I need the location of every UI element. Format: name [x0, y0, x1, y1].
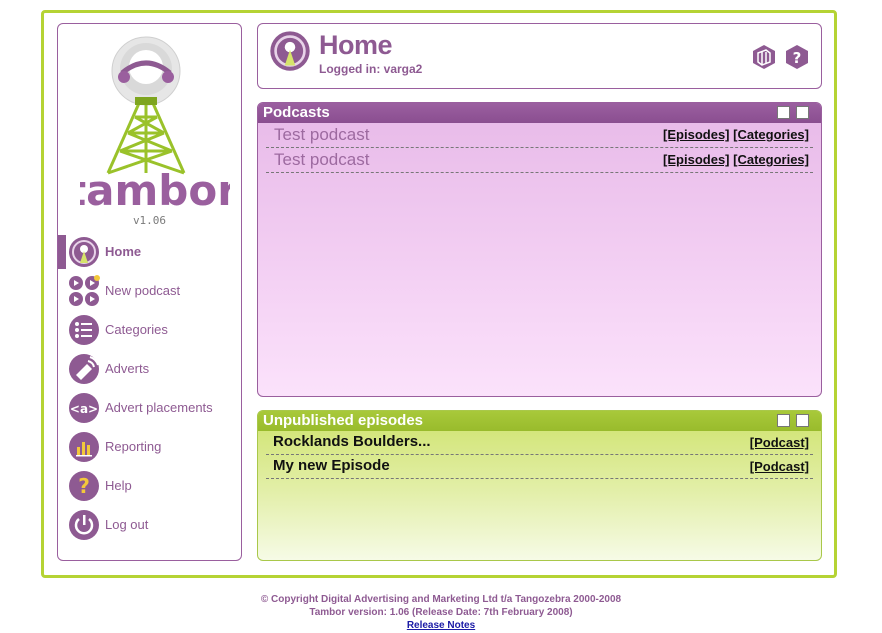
sidebar-item-advert-placements[interactable]: <a> Advert placements	[58, 389, 241, 428]
episodes-link[interactable]: [Episodes]	[663, 127, 729, 142]
episodes-link[interactable]: [Episodes]	[663, 152, 729, 167]
megaphone-icon	[69, 354, 99, 384]
sidebar-item-reporting[interactable]: Reporting	[58, 428, 241, 467]
row-links: [Podcast]	[750, 435, 809, 450]
sidebar-item-log-out[interactable]: Log out	[58, 506, 241, 545]
table-row: Test podcast [Episodes] [Categories]	[266, 123, 813, 148]
sidebar-item-label: Advert placements	[105, 400, 213, 415]
table-row: Test podcast [Episodes] [Categories]	[266, 148, 813, 173]
categories-link[interactable]: [Categories]	[733, 152, 809, 167]
grid-view-icon[interactable]	[777, 414, 790, 427]
release-notes-link[interactable]: Release Notes	[407, 620, 475, 631]
app-version: v1.06	[132, 214, 167, 227]
list-icon	[69, 315, 99, 345]
categories-link[interactable]: [Categories]	[733, 127, 809, 142]
podcast-name[interactable]: Test podcast	[274, 150, 369, 170]
table-row: Rocklands Boulders... [Podcast]	[266, 431, 813, 455]
logo-wordmark: tambor	[80, 166, 230, 213]
list-view-icon[interactable]	[796, 106, 809, 119]
bar-chart-icon	[69, 432, 99, 462]
help-icon[interactable]: ?	[785, 44, 809, 70]
row-links: [Episodes] [Categories]	[663, 152, 809, 167]
table-row: My new Episode [Podcast]	[266, 455, 813, 479]
sidebar-item-help[interactable]: ? Help	[58, 467, 241, 506]
sidebar-item-label: Home	[105, 244, 142, 259]
new-podcast-icon	[69, 275, 100, 306]
podcast-name[interactable]: Test podcast	[274, 125, 369, 145]
page-header: Home Logged in: varga2 ?	[257, 23, 822, 89]
sidebar-item-label: Categories	[105, 322, 168, 337]
unpublished-panel-header: Unpublished episodes	[258, 411, 821, 431]
power-icon	[69, 510, 99, 540]
episode-name[interactable]: Rocklands Boulders...	[273, 433, 431, 450]
sidebar-item-home[interactable]: Home	[58, 233, 241, 272]
sidebar-item-label: Adverts	[105, 361, 150, 376]
footer: © Copyright Digital Advertising and Mark…	[0, 593, 882, 632]
tambor-logo: tambor	[80, 36, 230, 213]
broadcast-icon	[69, 237, 99, 267]
help-icon: ?	[69, 471, 99, 501]
sidebar-nav: Home New podcast Categories Adverts <a> …	[58, 233, 241, 545]
unpublished-episodes-panel: Unpublished episodes Rocklands Boulders.…	[257, 410, 822, 561]
svg-text:<a>: <a>	[70, 402, 98, 416]
logged-in-status: Logged in: varga2	[319, 62, 423, 76]
grid-view-icon[interactable]	[777, 106, 790, 119]
page-title: Home	[319, 30, 393, 60]
sidebar-item-label: Help	[105, 478, 132, 493]
row-links: [Episodes] [Categories]	[663, 127, 809, 142]
podcast-link[interactable]: [Podcast]	[750, 435, 809, 450]
sidebar-item-label: Log out	[105, 517, 149, 532]
sidebar-item-categories[interactable]: Categories	[58, 311, 241, 350]
sidebar-item-new-podcast[interactable]: New podcast	[58, 272, 241, 311]
sidebar-item-label: New podcast	[105, 283, 181, 298]
podcasts-panel-header: Podcasts	[258, 103, 821, 123]
version-text: Tambor version: 1.06 (Release Date: 7th …	[309, 607, 573, 618]
panel-title: Podcasts	[263, 104, 330, 121]
svg-text:?: ?	[793, 49, 802, 67]
copyright-text: © Copyright Digital Advertising and Mark…	[260, 594, 622, 605]
podcast-link[interactable]: [Podcast]	[750, 459, 809, 474]
sidebar-item-adverts[interactable]: Adverts	[58, 350, 241, 389]
row-links: [Podcast]	[750, 459, 809, 474]
tag-icon: <a>	[69, 393, 99, 423]
panel-title: Unpublished episodes	[263, 412, 424, 429]
broadcast-icon	[270, 31, 310, 71]
sidebar-item-label: Reporting	[105, 439, 162, 454]
svg-text:?: ?	[78, 474, 90, 498]
list-view-icon[interactable]	[796, 414, 809, 427]
hexagon-tool-icon[interactable]	[752, 44, 776, 70]
episode-name[interactable]: My new Episode	[273, 457, 390, 474]
podcasts-panel: Podcasts Test podcast [Episodes] [Catego…	[257, 102, 822, 397]
